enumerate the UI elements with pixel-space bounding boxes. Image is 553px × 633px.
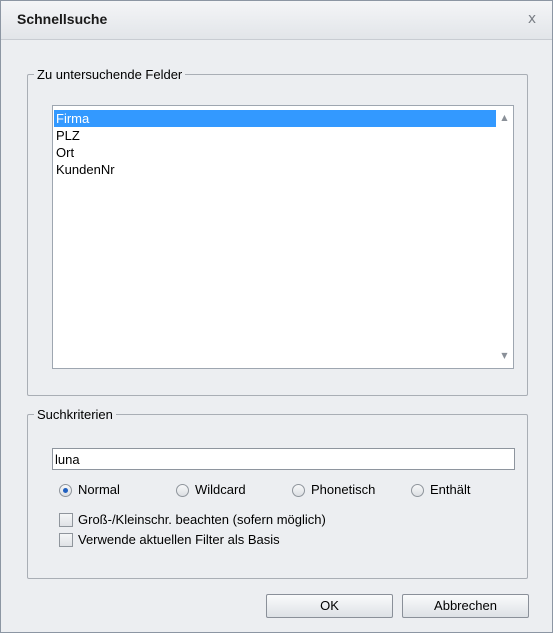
radio-enthaelt-indicator[interactable] [411,484,424,497]
radio-wildcard-indicator[interactable] [176,484,189,497]
title-bar[interactable]: Schnellsuche x [1,1,552,40]
radio-normal-label: Normal [78,482,120,497]
scroll-down-icon[interactable]: ▼ [498,350,511,362]
fields-listbox[interactable]: Firma PLZ Ort KundenNr ▲ ▼ [52,105,514,369]
use-filter-checkbox-box[interactable] [59,533,73,547]
list-item-kundennr[interactable]: KundenNr [54,161,496,178]
dialog-title: Schnellsuche [17,11,108,27]
ok-button[interactable]: OK [266,594,393,618]
cancel-button[interactable]: Abbrechen [402,594,529,618]
radio-normal-indicator[interactable] [59,484,72,497]
fields-group: Zu untersuchende Felder Firma PLZ Ort Ku… [27,67,528,396]
case-sensitive-checkbox-box[interactable] [59,513,73,527]
case-sensitive-label: Groß-/Kleinschr. beachten (sofern möglic… [78,512,326,527]
radio-phonetisch-indicator[interactable] [292,484,305,497]
scroll-up-icon[interactable]: ▲ [498,112,511,124]
criteria-group: Suchkriterien Normal Wildcard Phonetisch… [27,407,528,579]
use-filter-label: Verwende aktuellen Filter als Basis [78,532,280,547]
quick-search-dialog: Schnellsuche x Zu untersuchende Felder F… [0,0,553,633]
close-icon[interactable]: x [522,9,542,29]
radio-wildcard-label: Wildcard [195,482,246,497]
criteria-group-legend: Suchkriterien [34,407,116,422]
list-item-firma[interactable]: Firma [54,110,496,127]
radio-phonetisch-label: Phonetisch [311,482,376,497]
search-input[interactable] [52,448,515,470]
list-item-ort[interactable]: Ort [54,144,496,161]
list-item-plz[interactable]: PLZ [54,127,496,144]
fields-group-legend: Zu untersuchende Felder [34,67,186,82]
radio-enthaelt-label: Enthält [430,482,471,497]
